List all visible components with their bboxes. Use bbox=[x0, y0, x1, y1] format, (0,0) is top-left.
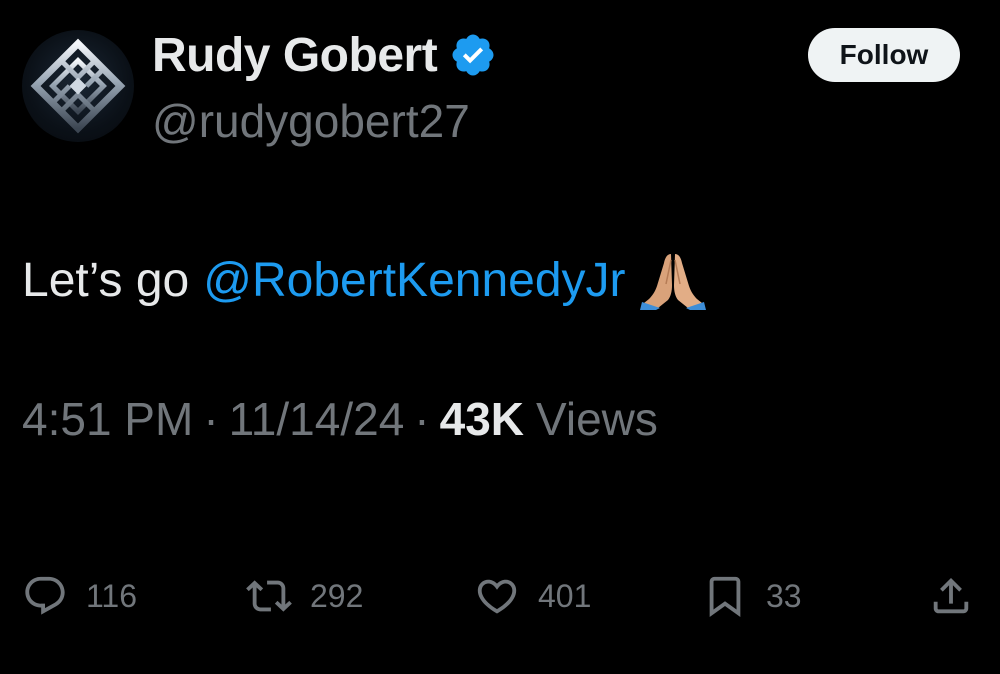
user-name-row: Rudy Gobert bbox=[152, 26, 497, 84]
follow-button[interactable]: Follow bbox=[808, 28, 960, 82]
tweet-meta: 4:51 PM · 11/14/24 · 43K Views bbox=[22, 392, 658, 446]
mention-link[interactable]: @RobertKennedyJr bbox=[203, 253, 625, 308]
like-count: 401 bbox=[538, 577, 592, 614]
verified-badge-icon[interactable] bbox=[449, 31, 497, 79]
display-name[interactable]: Rudy Gobert bbox=[152, 28, 438, 83]
heart-icon bbox=[477, 579, 517, 614]
tweet-body-text: Let’s go bbox=[22, 253, 190, 307]
diamond-knot-logo-icon bbox=[30, 38, 126, 134]
views-count: 43K bbox=[439, 393, 525, 445]
tweet-date[interactable]: 11/14/24 bbox=[229, 392, 405, 446]
folded-hands-emoji-icon bbox=[639, 250, 706, 310]
tweet-actions-bar: 116 292 401 33 bbox=[0, 568, 1000, 624]
reply-button[interactable]: 116 bbox=[22, 568, 137, 624]
repost-button[interactable]: 292 bbox=[246, 568, 363, 624]
meta-separator: · bbox=[414, 393, 430, 445]
views-label: Views bbox=[536, 393, 658, 445]
avatar[interactable] bbox=[22, 30, 134, 142]
bookmark-icon bbox=[709, 576, 741, 617]
share-button[interactable] bbox=[928, 568, 974, 624]
bookmark-count: 33 bbox=[766, 577, 802, 614]
reply-count: 116 bbox=[86, 577, 138, 614]
repost-icon bbox=[246, 580, 292, 612]
like-button[interactable]: 401 bbox=[474, 568, 591, 624]
reply-icon bbox=[25, 576, 65, 615]
meta-separator: · bbox=[203, 393, 219, 445]
tweet-time[interactable]: 4:51 PM bbox=[22, 392, 193, 446]
tweet-text: Let’s go @RobertKennedyJr bbox=[22, 250, 706, 310]
bookmark-button[interactable]: 33 bbox=[702, 568, 802, 624]
share-icon bbox=[933, 577, 969, 614]
user-handle[interactable]: @rudygobert27 bbox=[152, 94, 470, 148]
repost-count: 292 bbox=[310, 577, 364, 614]
